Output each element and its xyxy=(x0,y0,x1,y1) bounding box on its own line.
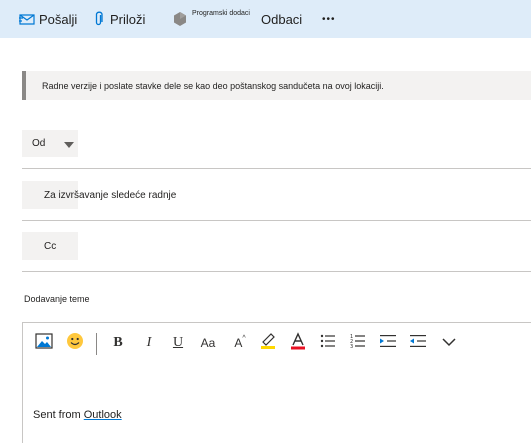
italic-button[interactable]: I xyxy=(140,331,158,355)
send-button[interactable]: Pošalji xyxy=(19,0,77,38)
outlook-link[interactable]: Outlook xyxy=(84,409,122,421)
message-editor[interactable]: B I U Aa A ^ 1 2 3 Sent from Outlook xyxy=(22,322,531,443)
font-color-icon xyxy=(289,331,307,355)
divider xyxy=(22,220,531,221)
grow-font-button[interactable]: A ^ xyxy=(230,331,250,355)
emoji-icon xyxy=(66,332,84,355)
cc-label: Cc xyxy=(44,240,57,252)
to-button[interactable]: Za izvršavanje sledeće radnje xyxy=(22,181,176,209)
emoji-button[interactable] xyxy=(64,331,86,355)
send-label: Pošalji xyxy=(39,11,78,27)
send-icon xyxy=(19,12,35,26)
picture-icon xyxy=(35,332,53,354)
addins-icon xyxy=(172,11,188,27)
info-bar: Radne verzije i poslate stavke dele se k… xyxy=(22,71,531,100)
attach-label: Priloži xyxy=(110,11,146,27)
discard-label: Odbaci xyxy=(261,11,303,27)
info-bar-text: Radne verzije i poslate stavke dele se k… xyxy=(42,80,384,91)
increase-indent-icon xyxy=(380,333,396,354)
font-size-button[interactable]: Aa xyxy=(198,331,218,355)
addins-label: Programski dodaci xyxy=(192,9,250,17)
italic-icon: I xyxy=(146,335,152,350)
more-icon: ••• xyxy=(322,13,336,25)
svg-text:3: 3 xyxy=(350,344,353,349)
more-formatting-button[interactable] xyxy=(439,331,459,355)
chevron-down-icon xyxy=(442,334,456,352)
chevron-down-icon xyxy=(64,140,74,151)
more-options-button[interactable]: ••• xyxy=(322,0,336,38)
divider xyxy=(22,271,531,272)
formatting-toolbar: B I U Aa A ^ 1 2 3 xyxy=(23,323,531,367)
font-size-icon: Aa xyxy=(200,336,216,350)
highlight-icon xyxy=(259,332,277,355)
addins-button[interactable]: Programski dodaci xyxy=(172,0,250,38)
toolbar-separator xyxy=(96,333,97,355)
highlight-button[interactable] xyxy=(258,331,278,355)
bold-icon: B xyxy=(113,335,123,350)
decrease-indent-icon xyxy=(410,333,426,354)
numbering-button[interactable]: 1 2 3 xyxy=(348,331,368,355)
subject-input[interactable]: Dodavanje teme xyxy=(24,294,90,304)
to-label: Za izvršavanje sledeće radnje xyxy=(44,189,177,201)
bullets-button[interactable] xyxy=(318,331,338,355)
underline-icon: U xyxy=(172,335,184,350)
signature-prefix: Sent from xyxy=(33,409,84,421)
subject-placeholder: Dodavanje teme xyxy=(24,294,90,304)
from-button[interactable]: Od xyxy=(22,130,78,157)
cc-button[interactable]: Cc xyxy=(22,232,78,260)
numbering-icon: 1 2 3 xyxy=(350,333,366,354)
discard-button[interactable]: Odbaci xyxy=(261,0,302,38)
attach-button[interactable]: Priloži xyxy=(94,0,145,38)
from-label: Od xyxy=(32,138,46,149)
font-color-button[interactable] xyxy=(288,331,308,355)
bold-button[interactable]: B xyxy=(109,331,127,355)
insert-picture-button[interactable] xyxy=(33,331,55,355)
message-body[interactable]: Sent from Outlook xyxy=(33,409,122,421)
decrease-indent-button[interactable] xyxy=(408,331,428,355)
grow-font-icon: A xyxy=(234,336,243,350)
command-toolbar: Pošalji Priloži Programski dodaci Odbaci… xyxy=(0,0,531,38)
increase-indent-button[interactable] xyxy=(378,331,398,355)
divider xyxy=(22,168,531,169)
bullets-icon xyxy=(320,333,336,354)
paperclip-icon xyxy=(94,11,103,27)
underline-button[interactable]: U xyxy=(169,331,187,355)
